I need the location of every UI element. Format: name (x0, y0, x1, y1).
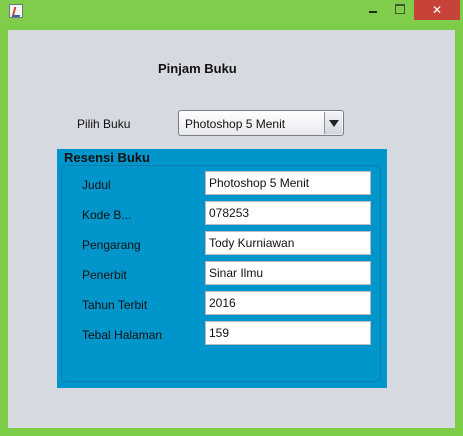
pengarang-label: Pengarang (82, 238, 141, 252)
java-app-icon (9, 4, 23, 18)
form-content: Pinjam Buku Pilih Buku Photoshop 5 Menit… (8, 30, 455, 428)
judul-label: Judul (82, 178, 111, 192)
close-icon: ✕ (431, 3, 443, 17)
minimize-icon (369, 11, 377, 13)
penerbit-field[interactable] (205, 261, 371, 285)
book-select-value: Photoshop 5 Menit (185, 117, 286, 131)
resensi-panel: Resensi Buku Judul Kode B... Pengarang P… (57, 149, 387, 388)
tebal-halaman-field[interactable] (205, 321, 371, 345)
app-window: ✕ Pinjam Buku Pilih Buku Photoshop 5 Men… (0, 0, 463, 436)
panel-title: Resensi Buku (64, 150, 150, 165)
pengarang-field[interactable] (205, 231, 371, 255)
kode-buku-label: Kode B... (82, 208, 132, 222)
penerbit-label: Penerbit (82, 268, 127, 282)
page-title: Pinjam Buku (158, 61, 237, 76)
title-bar[interactable]: ✕ (0, 0, 463, 24)
maximize-icon (395, 4, 405, 14)
tebal-halaman-label: Tebal Halaman (82, 328, 163, 342)
pilih-buku-label: Pilih Buku (77, 117, 131, 131)
minimize-button[interactable] (360, 0, 386, 20)
tahun-terbit-label: Tahun Terbit (82, 298, 148, 312)
close-button[interactable]: ✕ (414, 0, 460, 20)
panel-border: Judul Kode B... Pengarang Penerbit Tahun… (61, 165, 381, 382)
book-select[interactable]: Photoshop 5 Menit (178, 110, 344, 136)
judul-field[interactable] (205, 171, 371, 195)
maximize-button[interactable] (387, 0, 413, 20)
kode-buku-field[interactable] (205, 201, 371, 225)
chevron-down-icon[interactable] (324, 112, 342, 134)
tahun-terbit-field[interactable] (205, 291, 371, 315)
